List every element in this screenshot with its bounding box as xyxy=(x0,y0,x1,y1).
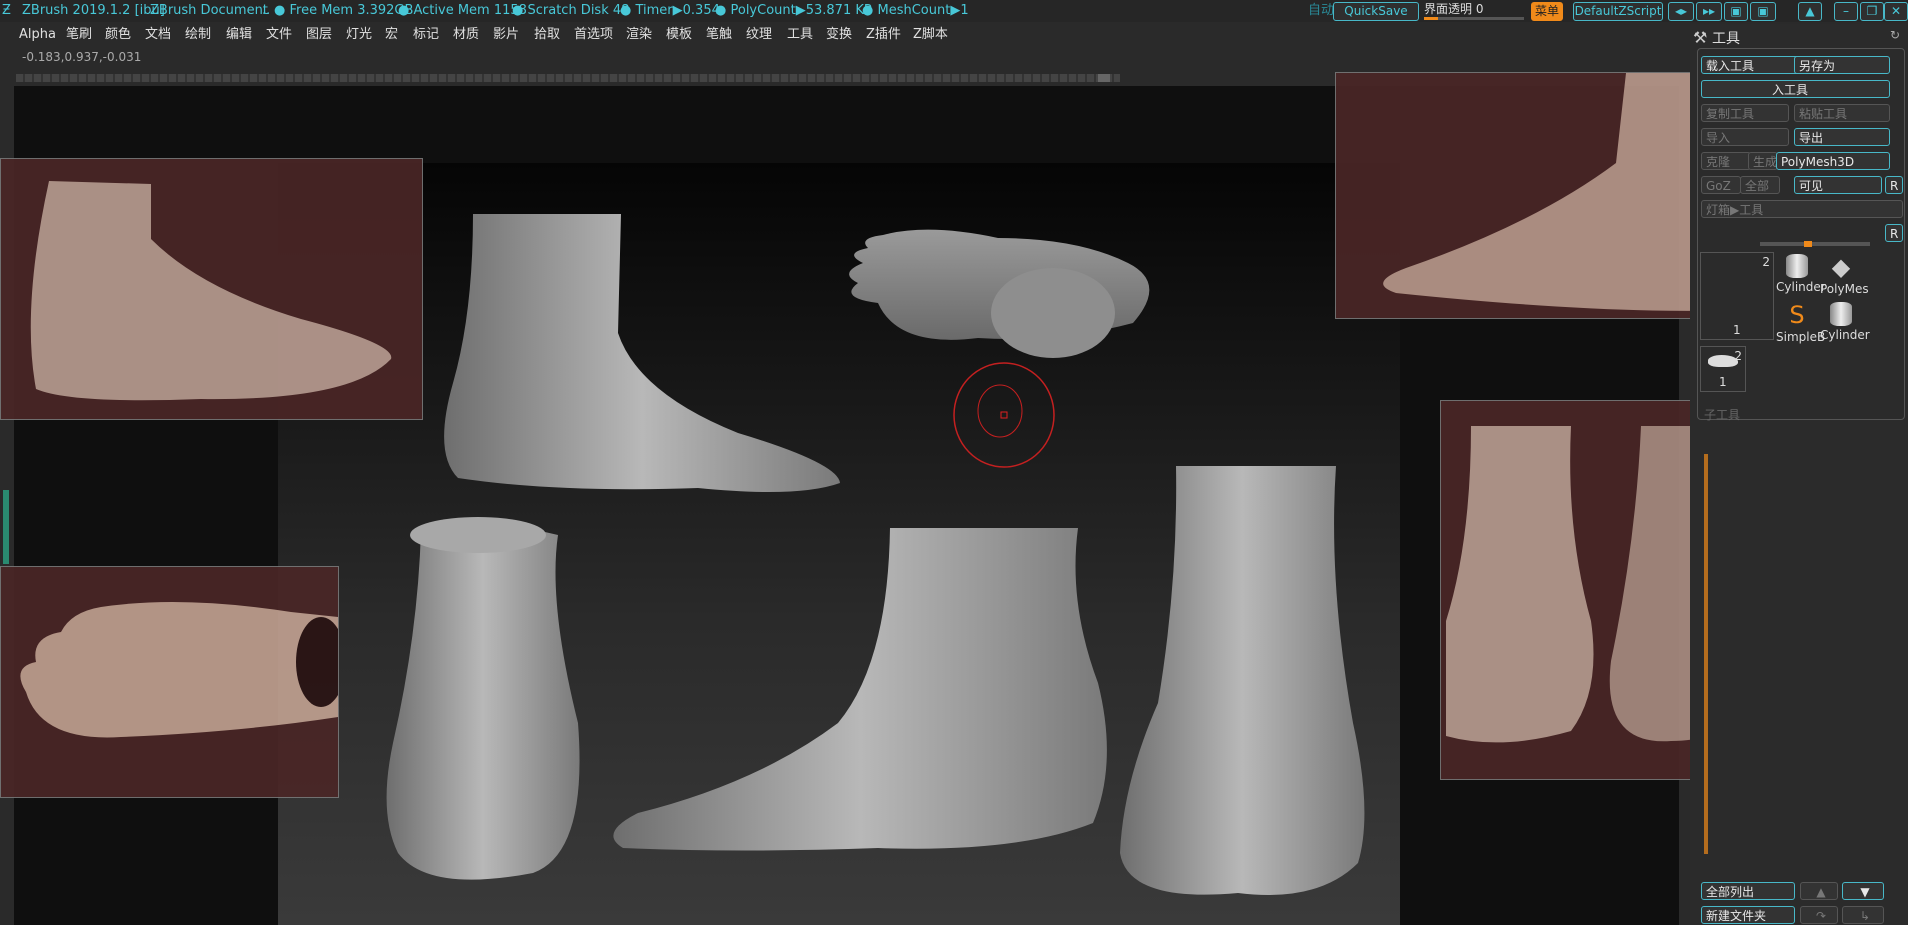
menu-transform[interactable]: 变换 xyxy=(826,24,852,46)
lock-icon[interactable]: ▲ xyxy=(1798,2,1822,21)
tool-panel: ⚒ 工具 ↻ 载入工具 另存为 入工具 复制工具 粘贴工具 导入 导出 克隆 生… xyxy=(1690,24,1908,925)
brush-cursor-center xyxy=(1000,411,1008,419)
cursor-coordinates: -0.183,0.937,-0.031 xyxy=(22,50,142,64)
import-from-doc-button[interactable]: 入工具 xyxy=(1701,80,1890,98)
app-title: ZBrush 2019.1.2 [ibu] xyxy=(22,3,165,18)
foot-side-view-2-model xyxy=(613,528,1107,851)
save-as-button[interactable]: 另存为 xyxy=(1794,56,1890,74)
current-tool-thumb[interactable]: 2 1 xyxy=(1700,252,1774,340)
minimize-icon[interactable]: – xyxy=(1834,2,1858,21)
brush-cursor-outer xyxy=(953,362,1055,468)
clone-button[interactable]: 克隆 xyxy=(1701,152,1751,170)
redo-icon[interactable]: ↷ xyxy=(1800,906,1838,924)
free-mem-readout: ● Free Mem 3.392GB xyxy=(274,3,414,18)
tool-thumb-simplebrush[interactable]: S SimpleB xyxy=(1776,300,1825,344)
active-mem-readout: ● Active Mem 1158 xyxy=(398,3,527,18)
panel-title: 工具 xyxy=(1712,31,1740,47)
progress-bar xyxy=(16,74,1120,82)
hammer-icon: ⚒ xyxy=(1693,28,1708,47)
subtool-scrollbar[interactable] xyxy=(1704,454,1708,854)
copy-tool-button[interactable]: 复制工具 xyxy=(1701,104,1789,122)
menu-movie[interactable]: 影片 xyxy=(493,24,519,46)
menu-bar: Alpha 笔刷 颜色 文档 绘制 编辑 文件 图层 灯光 宏 标记 材质 影片… xyxy=(0,24,1680,46)
menu-preferences[interactable]: 首选项 xyxy=(574,24,613,46)
menu-color[interactable]: 颜色 xyxy=(105,24,131,46)
menu-draw[interactable]: 绘制 xyxy=(185,24,211,46)
lightbox-tools-button[interactable]: 灯箱▶工具 xyxy=(1701,200,1903,218)
transparency-slider[interactable]: 界面透明 0 xyxy=(1424,0,1524,22)
reference-image-foot-side[interactable] xyxy=(0,158,423,420)
menu-picker[interactable]: 拾取 xyxy=(534,24,560,46)
menu-alpha[interactable]: Alpha xyxy=(19,24,56,46)
list-all-button[interactable]: 全部列出 xyxy=(1701,882,1795,900)
quicksave-button[interactable]: QuickSave xyxy=(1333,2,1419,21)
menu-marker[interactable]: 标记 xyxy=(413,24,439,46)
foot-back-view-model xyxy=(386,522,580,880)
tool-thumb-cylinder-2[interactable]: Cylinder xyxy=(1820,300,1870,342)
scroll-right-icon[interactable]: ▸▸ xyxy=(1696,2,1722,21)
panel-refresh-icon[interactable]: ↻ xyxy=(1890,28,1900,42)
make-button[interactable]: 生成 xyxy=(1748,152,1778,170)
brush-cursor-inner xyxy=(977,384,1023,438)
subtool-label: 子工具 xyxy=(1704,408,1741,422)
meshcount-readout: ● MeshCount▶1 xyxy=(862,3,969,18)
new-folder-button[interactable]: 新建文件夹 xyxy=(1701,906,1795,924)
layout-icon[interactable]: ▣ xyxy=(1724,2,1748,21)
move-down-icon[interactable]: ▼ xyxy=(1842,882,1884,900)
menu-layer[interactable]: 图层 xyxy=(306,24,332,46)
subtool-thumb-foot[interactable]: 2 1 xyxy=(1700,346,1746,392)
tool-thumb-cylinder[interactable]: Cylinder xyxy=(1776,252,1826,294)
menu-zscript[interactable]: Z脚本 xyxy=(913,24,948,46)
foot-front-view-model xyxy=(1120,466,1365,895)
tool-slider[interactable] xyxy=(1760,241,1870,247)
export-button[interactable]: 导出 xyxy=(1794,128,1890,146)
reference-image-foot-top[interactable] xyxy=(0,566,339,798)
menu-texture[interactable]: 纹理 xyxy=(746,24,772,46)
layout-alt-icon[interactable]: ▣ xyxy=(1750,2,1776,21)
title-ellipsis: .. xyxy=(262,3,271,18)
all-button[interactable]: 全部 xyxy=(1740,176,1780,194)
scroll-left-icon[interactable]: ◂▸ xyxy=(1668,2,1694,21)
transparency-label: 界面透明 0 xyxy=(1424,2,1484,16)
menu-render[interactable]: 渲染 xyxy=(626,24,652,46)
menu-stroke[interactable]: 笔触 xyxy=(706,24,732,46)
scratch-disk-readout: ● Scratch Disk 48 xyxy=(512,3,630,18)
menu-zplugin[interactable]: Z插件 xyxy=(866,24,901,46)
menu-edit[interactable]: 编辑 xyxy=(226,24,252,46)
paste-tool-button[interactable]: 粘贴工具 xyxy=(1794,104,1890,122)
goz-button[interactable]: GoZ xyxy=(1701,176,1741,194)
move-up-icon[interactable]: ▲ xyxy=(1800,882,1838,900)
menu-light[interactable]: 灯光 xyxy=(346,24,372,46)
menu-tool[interactable]: 工具 xyxy=(787,24,813,46)
foot-side-view-model xyxy=(444,214,840,492)
zbrush-logo-icon[interactable]: Ƶ xyxy=(2,0,11,22)
auto-label: 自动 xyxy=(1308,3,1335,18)
close-icon[interactable]: ✕ xyxy=(1884,2,1908,21)
menu-brush[interactable]: 笔刷 xyxy=(66,24,92,46)
r-button-1[interactable]: R xyxy=(1885,176,1903,194)
menu-material[interactable]: 材质 xyxy=(453,24,479,46)
restore-icon[interactable]: ❐ xyxy=(1860,2,1884,21)
title-bar: Ƶ ZBrush 2019.1.2 [ibu] ZBrush Document … xyxy=(0,0,1908,22)
import-button[interactable]: 导入 xyxy=(1701,128,1789,146)
menu-button[interactable]: 菜单 xyxy=(1531,2,1563,21)
timer-readout: ● Timer▶0.354 xyxy=(620,3,720,18)
sculpt-models[interactable] xyxy=(278,163,1400,925)
make-polymesh-button[interactable]: PolyMesh3D xyxy=(1776,152,1890,170)
load-tool-button[interactable]: 载入工具 xyxy=(1701,56,1801,74)
r-button-2[interactable]: R xyxy=(1885,224,1903,242)
arrow-down-right-icon[interactable]: ↳ xyxy=(1842,906,1884,924)
document-title: ZBrush Document xyxy=(150,3,268,18)
menu-file[interactable]: 文件 xyxy=(266,24,292,46)
menu-document[interactable]: 文档 xyxy=(145,24,171,46)
menu-stencil[interactable]: 模板 xyxy=(666,24,692,46)
polycount-readout: ● PolyCount▶53.871 KP xyxy=(715,3,872,18)
menu-macro[interactable]: 宏 xyxy=(385,24,398,46)
left-dock-handle[interactable] xyxy=(3,490,9,564)
tool-thumb-polymesh[interactable]: ◆ PolyMes xyxy=(1820,252,1869,296)
script-button[interactable]: DefaultZScript xyxy=(1573,2,1663,21)
foot-cut-face xyxy=(991,268,1115,358)
visible-button[interactable]: 可见 xyxy=(1794,176,1882,194)
